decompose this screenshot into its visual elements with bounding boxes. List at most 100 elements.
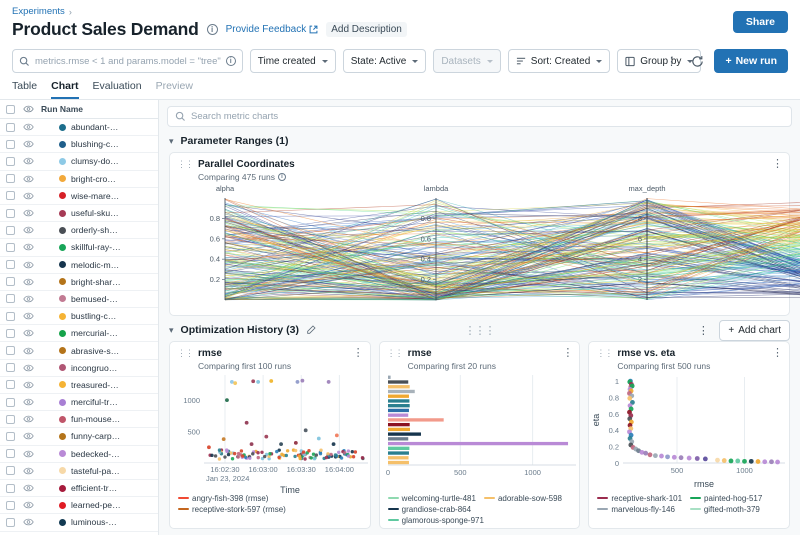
run-name-label[interactable]: orderly-sheep-15	[71, 225, 121, 235]
chevron-down-icon[interactable]: ▾	[169, 136, 174, 147]
scatter-plot-rmse-vs-eta[interactable]: 500100000.20.40.60.81etarmse	[589, 371, 794, 494]
eye-icon[interactable]	[15, 347, 41, 355]
run-list-item[interactable]: clumsy-doe-35	[0, 153, 158, 170]
run-checkbox[interactable]	[6, 209, 15, 218]
run-name-label[interactable]: luminous-moos...	[71, 517, 121, 527]
run-list-item[interactable]: bemused-stork...	[0, 291, 158, 308]
eye-icon[interactable]	[15, 226, 41, 234]
run-checkbox[interactable]	[6, 484, 15, 493]
run-checkbox[interactable]	[6, 243, 15, 252]
kebab-menu-icon[interactable]: ⋮	[662, 50, 680, 72]
provide-feedback-link[interactable]: Provide Feedback	[226, 24, 319, 35]
drag-handle-icon[interactable]: ⋮⋮	[177, 159, 193, 169]
run-checkbox[interactable]	[6, 123, 15, 132]
run-checkbox[interactable]	[6, 518, 15, 527]
search-input[interactable]: metrics.rmse < 1 and params.model = "tre…	[12, 49, 243, 73]
kebab-menu-icon[interactable]: ⋮	[694, 322, 712, 338]
legend-item[interactable]: marvelous-fly-146	[597, 505, 681, 514]
run-list-item[interactable]: bedecked-bass...	[0, 446, 158, 463]
legend-item[interactable]: angry-fish-398 (rmse)	[178, 494, 362, 503]
run-name-label[interactable]: merciful-trout-37	[71, 397, 121, 407]
legend-item[interactable]: adorable-sow-598	[484, 494, 568, 503]
eye-icon[interactable]	[15, 415, 41, 423]
run-list-item[interactable]: useful-skunk-2...	[0, 205, 158, 222]
legend-item[interactable]: glamorous-sponge-971	[388, 516, 484, 525]
run-list-item[interactable]: efficient-trout-...	[0, 480, 158, 497]
eye-icon[interactable]	[15, 157, 41, 165]
kebab-menu-icon[interactable]: ⋮	[772, 159, 783, 170]
run-checkbox[interactable]	[6, 432, 15, 441]
drag-handle-icon[interactable]: ⋮⋮	[177, 348, 193, 358]
legend-item[interactable]: receptive-shark-101	[597, 494, 682, 503]
run-list-item[interactable]: abrasive-slug-59	[0, 342, 158, 359]
eye-icon[interactable]	[15, 450, 41, 458]
run-name-label[interactable]: bright-crow-123	[71, 174, 121, 184]
run-list-item[interactable]: skillful-ray-613	[0, 239, 158, 256]
eye-icon[interactable]	[15, 192, 41, 200]
run-name-label[interactable]: bedecked-bass...	[71, 449, 121, 459]
run-name-label[interactable]: abundant-snip...	[71, 122, 121, 132]
run-checkbox[interactable]	[6, 415, 15, 424]
eye-icon[interactable]	[15, 381, 41, 389]
eye-icon[interactable]	[15, 312, 41, 320]
eye-icon[interactable]	[15, 329, 41, 337]
run-list-item[interactable]: luminous-moos...	[0, 514, 158, 531]
tab-preview[interactable]: Preview	[156, 80, 193, 99]
run-name-label[interactable]: bright-shark-203	[71, 277, 121, 287]
sort-button[interactable]: Sort: Created	[508, 49, 610, 73]
pencil-icon[interactable]	[306, 325, 316, 335]
legend-item[interactable]: painted-hog-517	[690, 494, 774, 503]
run-name-label[interactable]: fun-mouse-712	[71, 414, 121, 424]
search-info-icon[interactable]: i	[226, 56, 236, 66]
run-checkbox[interactable]	[6, 449, 15, 458]
run-list-item[interactable]: orderly-sheep-15	[0, 222, 158, 239]
run-list-item[interactable]: bright-shark-203	[0, 274, 158, 291]
scatter-plot-rmse-time[interactable]: 16:02:3016:03:0016:03:3016:04:00Jan 23, …	[170, 371, 375, 494]
run-list-item[interactable]: merciful-trout-37	[0, 394, 158, 411]
bar-chart-rmse[interactable]: 05001000	[380, 371, 585, 494]
eye-icon[interactable]	[15, 261, 41, 269]
run-checkbox[interactable]	[6, 191, 15, 200]
eye-icon[interactable]	[15, 432, 41, 440]
drag-handle-icon[interactable]: ⋮⋮	[387, 348, 403, 358]
time-created-filter[interactable]: Time created	[250, 49, 336, 73]
run-name-label[interactable]: clumsy-doe-35	[71, 156, 121, 166]
run-list-item[interactable]: incongruous-c...	[0, 360, 158, 377]
run-list-item[interactable]: bright-crow-123	[0, 171, 158, 188]
chevron-down-icon[interactable]: ▾	[169, 325, 174, 336]
run-name-label[interactable]: bustling-cod-2...	[71, 311, 121, 321]
run-name-label[interactable]: skillful-ray-613	[71, 242, 121, 252]
add-description-button[interactable]: Add Description	[326, 22, 407, 37]
tab-table[interactable]: Table	[12, 80, 37, 99]
run-checkbox[interactable]	[6, 380, 15, 389]
run-list-item[interactable]: melodic-mouse...	[0, 257, 158, 274]
run-name-label[interactable]: treasured-smel...	[71, 380, 121, 390]
run-name-label[interactable]: efficient-trout-...	[71, 483, 121, 493]
run-checkbox[interactable]	[6, 277, 15, 286]
state-filter[interactable]: State: Active	[343, 49, 427, 73]
run-name-label[interactable]: tasteful-panda...	[71, 466, 121, 476]
run-checkbox[interactable]	[6, 329, 15, 338]
eye-icon[interactable]	[15, 501, 41, 509]
drag-handle-icon[interactable]: ⋮⋮	[596, 348, 612, 358]
legend-item[interactable]: gifted-moth-379	[690, 505, 774, 514]
run-list-item[interactable]: mercurial-ant-7...	[0, 325, 158, 342]
add-chart-button[interactable]: + Add chart	[719, 320, 790, 341]
run-list-item[interactable]: fun-mouse-712	[0, 411, 158, 428]
run-name-label[interactable]: melodic-mouse...	[71, 260, 121, 270]
parallel-coordinates-plot[interactable]: alphalambdamax_depthrmse0.20.40.60.80.20…	[170, 182, 800, 310]
run-name-label[interactable]: blushing-crow-...	[71, 139, 121, 149]
run-checkbox[interactable]	[6, 501, 15, 510]
eye-icon[interactable]	[15, 209, 41, 217]
run-list-item[interactable]: treasured-smel...	[0, 377, 158, 394]
run-checkbox[interactable]	[6, 226, 15, 235]
eye-icon[interactable]	[15, 467, 41, 475]
info-icon[interactable]: i	[278, 173, 286, 181]
kebab-menu-icon[interactable]: ⋮	[353, 348, 364, 359]
run-checkbox[interactable]	[6, 312, 15, 321]
run-list-item[interactable]: blushing-crow-...	[0, 136, 158, 153]
run-checkbox[interactable]	[6, 466, 15, 475]
legend-item[interactable]: receptive-stork-597 (rmse)	[178, 505, 362, 514]
eye-icon[interactable]	[15, 140, 41, 148]
new-run-button[interactable]: + New run	[714, 49, 788, 73]
